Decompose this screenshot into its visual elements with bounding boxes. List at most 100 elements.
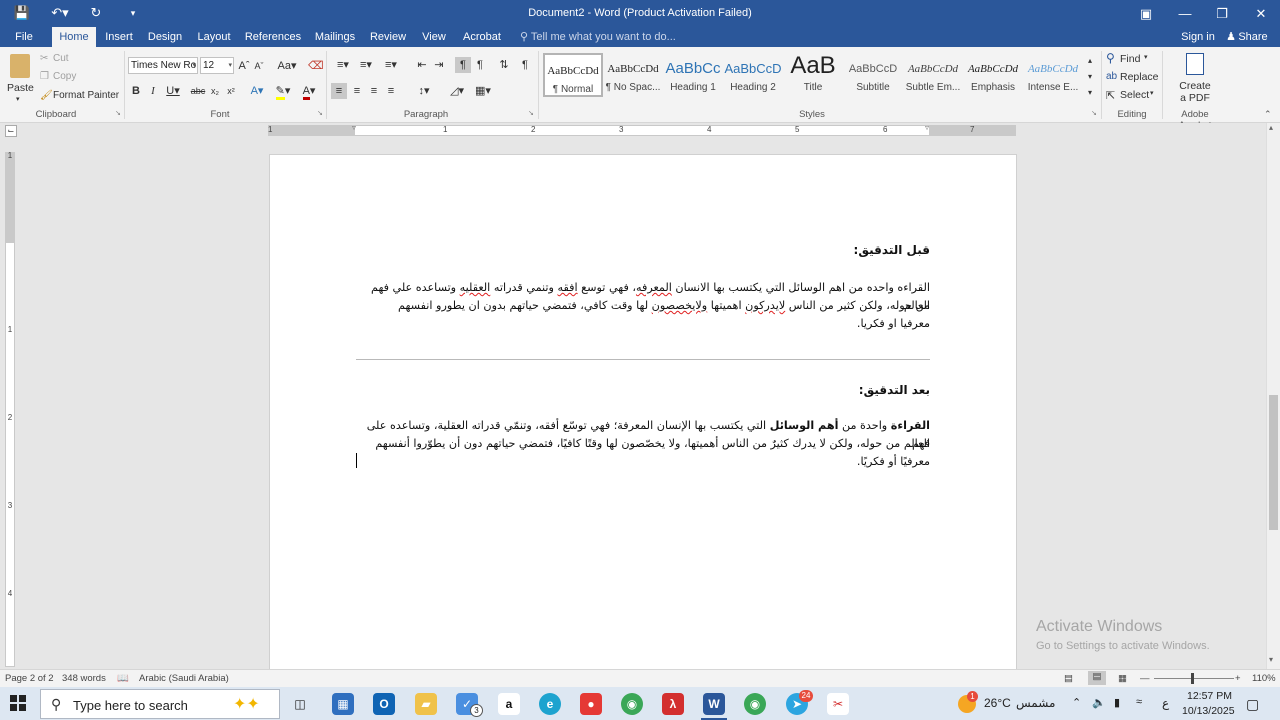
tab-file[interactable]: File (4, 27, 44, 47)
sign-in-link[interactable]: Sign in (1176, 27, 1220, 47)
format-painter-button[interactable]: Format Painter (53, 90, 119, 101)
horizontal-ruler[interactable]: 1 1 2 3 4 5 6 7 ▿ ▿ (268, 123, 1016, 136)
shading-icon[interactable]: ◿▾ (446, 83, 468, 99)
share-button[interactable]: Share (1238, 27, 1268, 47)
copy-button[interactable]: Copy (53, 71, 76, 82)
right-to-left-icon[interactable]: ¶ (472, 57, 488, 73)
proofing-icon[interactable]: 📖 (117, 673, 129, 684)
notification-icon[interactable]: ▢ (1246, 696, 1259, 713)
vertical-scrollbar[interactable]: ▴ ▾ (1266, 123, 1280, 669)
restore-button[interactable]: ❐ (1205, 0, 1239, 27)
acrobat-icon[interactable]: λ (662, 693, 684, 715)
battery-icon[interactable]: ▮ (1114, 696, 1120, 709)
word-count[interactable]: 348 words (62, 673, 106, 684)
indent-marker-icon[interactable]: ▿ (352, 123, 356, 132)
clear-formatting-icon[interactable]: ⌫ (308, 58, 324, 74)
style-subtitle[interactable]: AaBbCcD Subtitle (843, 53, 903, 97)
dialog-launcher-icon[interactable]: ↘ (1091, 109, 1097, 117)
left-to-right-icon[interactable]: ¶ (455, 57, 471, 73)
subscript-icon[interactable]: x₂ (208, 83, 222, 99)
wifi-icon[interactable]: ≈ (1136, 696, 1142, 708)
tab-view[interactable]: View (418, 27, 450, 47)
page-count[interactable]: Page 2 of 2 (5, 673, 54, 684)
document-page[interactable]: قبل التدقيق: القراءه واحده من اهم الوسائ… (269, 154, 1017, 674)
weather-temp[interactable]: 26°C (984, 696, 1011, 710)
close-button[interactable]: ✕ (1244, 0, 1278, 27)
outlook-icon[interactable]: O (373, 693, 395, 715)
superscript-icon[interactable]: x² (224, 83, 238, 99)
align-left-icon[interactable]: ≡ (331, 83, 347, 99)
tell-me-box[interactable]: ⚲ Tell me what you want to do... (520, 27, 676, 47)
scroll-up-icon[interactable]: ▴ (1269, 123, 1273, 132)
sort-icon[interactable]: ⇅ (497, 57, 511, 73)
text-effects-icon[interactable]: A▾ (248, 83, 266, 99)
grow-font-icon[interactable]: Aˆ (237, 58, 251, 74)
volume-icon[interactable]: 🔈 (1092, 696, 1106, 709)
style-heading-2[interactable]: AaBbCcD Heading 2 (723, 53, 783, 97)
chrome-profile-icon[interactable]: ◉ (744, 693, 766, 715)
replace-button[interactable]: Replace (1120, 71, 1159, 83)
paste-button[interactable]: Paste ▾ (6, 52, 34, 103)
edge-icon[interactable]: e (539, 693, 561, 715)
underline-icon[interactable]: U▾ (164, 83, 182, 99)
web-layout-icon[interactable]: ▦ (1118, 673, 1127, 684)
align-right-icon[interactable]: ≡ (366, 83, 382, 99)
styles-more-icon[interactable]: ▾ (1085, 85, 1095, 101)
tab-home[interactable]: Home (52, 27, 96, 47)
styles-scroll-down-icon[interactable]: ▾ (1085, 69, 1095, 85)
style-intense-emphasis[interactable]: AaBbCcDd Intense E... (1023, 53, 1083, 97)
tab-references[interactable]: References (241, 27, 305, 47)
tab-layout[interactable]: Layout (193, 27, 235, 47)
weather-text[interactable]: مشمس (1016, 696, 1055, 710)
scroll-down-icon[interactable]: ▾ (1269, 655, 1273, 664)
strikethrough-icon[interactable]: abc (190, 83, 206, 99)
tab-review[interactable]: Review (366, 27, 410, 47)
bold-icon[interactable]: B (130, 83, 142, 99)
change-case-icon[interactable]: Aa▾ (275, 58, 299, 74)
chrome-icon[interactable]: ◉ (621, 693, 643, 715)
style-no-spacing[interactable]: AaBbCcDd ¶ No Spac... (603, 53, 663, 97)
minimize-button[interactable]: — (1168, 0, 1202, 27)
style-heading-1[interactable]: AaBbCc Heading 1 (663, 53, 723, 97)
italic-icon[interactable]: I (147, 83, 159, 99)
language-indicator[interactable]: Arabic (Saudi Arabia) (139, 673, 229, 684)
microsoft-store-icon[interactable]: ▦ (332, 693, 354, 715)
font-size-combo[interactable]: 12 ▾ (200, 57, 234, 74)
multilevel-list-icon[interactable]: ≡▾ (380, 57, 402, 73)
dialog-launcher-icon[interactable]: ↘ (317, 109, 323, 117)
line-spacing-icon[interactable]: ↕▾ (413, 83, 435, 99)
zoom-slider[interactable] (1154, 678, 1234, 679)
font-name-combo[interactable]: Times New Ro ▾ (128, 57, 198, 74)
shrink-font-icon[interactable]: Aˇ (252, 58, 266, 74)
tab-insert[interactable]: Insert (100, 27, 138, 47)
bullets-icon[interactable]: ≡▾ (333, 57, 353, 73)
dialog-launcher-icon[interactable]: ↘ (528, 109, 534, 117)
word-icon[interactable]: W (703, 693, 725, 715)
input-language[interactable]: ع (1162, 696, 1169, 710)
decrease-indent-icon[interactable]: ⇤ (414, 57, 430, 73)
tab-mailings[interactable]: Mailings (311, 27, 359, 47)
cut-button[interactable]: Cut (53, 53, 69, 64)
tab-design[interactable]: Design (144, 27, 186, 47)
share-icon[interactable]: ♟ (1224, 27, 1238, 47)
style-title[interactable]: AaB Title (783, 53, 843, 97)
snipping-tool-icon[interactable]: ✂ (827, 693, 849, 715)
show-hide-marks-icon[interactable]: ¶ (518, 57, 532, 73)
zoom-in-icon[interactable]: + (1235, 673, 1241, 684)
align-center-icon[interactable]: ≡ (349, 83, 365, 99)
zoom-level[interactable]: 110% (1252, 673, 1276, 684)
task-view-icon[interactable]: ◫ (289, 693, 311, 715)
tab-acrobat[interactable]: Acrobat (459, 27, 505, 47)
app-icon[interactable]: ● (580, 693, 602, 715)
styles-scroll-up-icon[interactable]: ▴ (1085, 53, 1095, 69)
tab-selector-icon[interactable]: ⌙ (5, 125, 17, 137)
highlight-color-icon[interactable]: ✎▾ (272, 83, 294, 100)
style-subtle-emphasis[interactable]: AaBbCcDd Subtle Em... (903, 53, 963, 97)
zoom-out-icon[interactable]: — (1140, 673, 1150, 684)
indent-marker-icon[interactable]: ▿ (925, 123, 929, 132)
borders-icon[interactable]: ▦▾ (472, 83, 494, 99)
select-button[interactable]: Select (1120, 89, 1149, 101)
ribbon-display-options-icon[interactable]: ▣ (1129, 0, 1163, 27)
read-mode-icon[interactable]: ▤ (1064, 673, 1073, 684)
numbering-icon[interactable]: ≡▾ (356, 57, 376, 73)
